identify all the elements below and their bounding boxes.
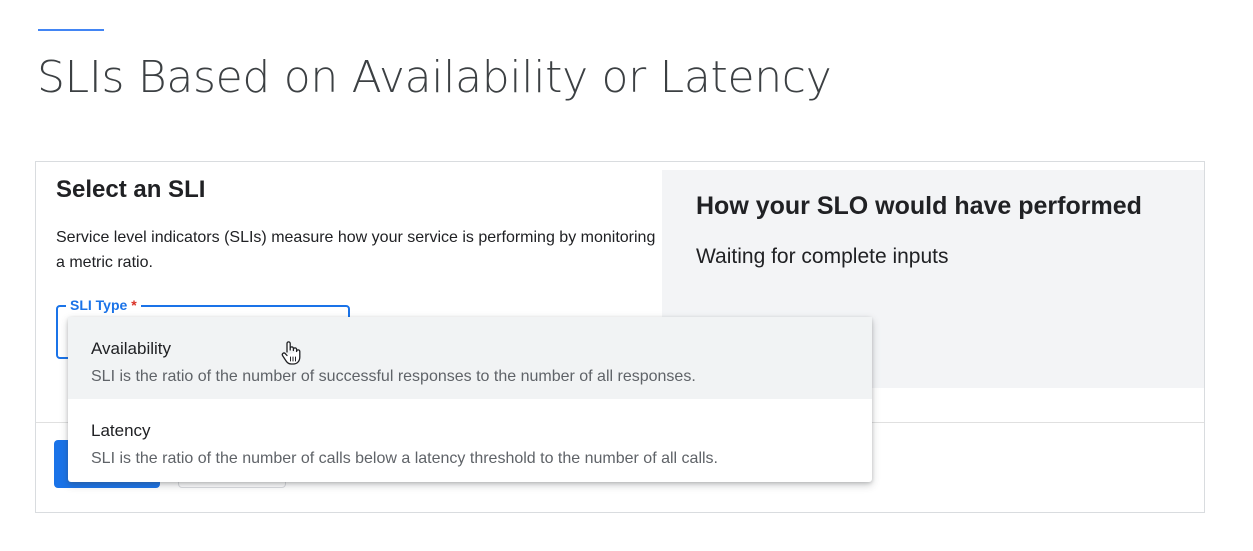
preview-status: Waiting for complete inputs — [696, 245, 949, 268]
section-title: Select an SLI — [56, 176, 206, 203]
option-description: SLI is the ratio of the number of succes… — [91, 368, 696, 385]
sli-type-label: SLI Type * — [66, 296, 141, 314]
option-description: SLI is the ratio of the number of calls … — [91, 450, 718, 467]
sli-type-label-text: SLI Type — [70, 297, 128, 313]
preview-title: How your SLO would have performed — [696, 192, 1142, 220]
accent-line — [38, 29, 104, 31]
option-name: Availability — [91, 339, 172, 358]
slide-title: SLIs Based on Availability or Latency — [37, 52, 832, 103]
required-marker: * — [131, 297, 137, 313]
option-latency[interactable]: Latency SLI is the ratio of the number o… — [68, 399, 872, 481]
section-description: Service level indicators (SLIs) measure … — [56, 229, 656, 271]
hand-pointer-icon — [281, 341, 301, 365]
sli-type-dropdown: Availability SLI is the ratio of the num… — [68, 317, 872, 482]
option-name: Latency — [91, 421, 151, 440]
option-availability[interactable]: Availability SLI is the ratio of the num… — [68, 317, 872, 399]
